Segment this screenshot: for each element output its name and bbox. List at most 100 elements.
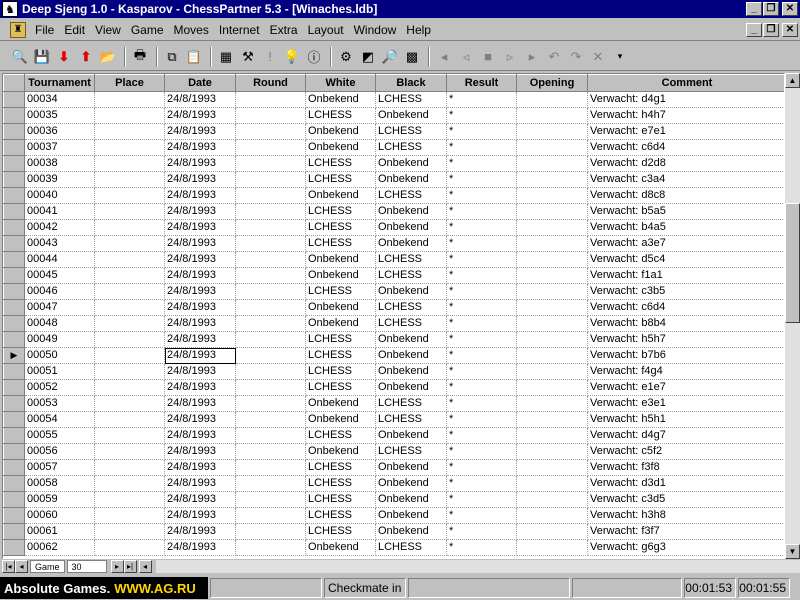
table-row[interactable]: 00042 24/8/1993 LCHESS Onbekend * Verwacht: b… (3, 219, 784, 236)
engine-settings-icon[interactable]: ⚙ (336, 47, 356, 67)
cell-comment[interactable]: Verwacht: d8c8 (587, 187, 784, 204)
cell-comment[interactable]: Verwacht: f1a1 (587, 267, 784, 284)
cell-place[interactable] (94, 475, 165, 492)
cell-white[interactable]: LCHESS (305, 219, 376, 236)
cell-black[interactable]: Onbekend (375, 235, 447, 252)
table-row[interactable]: 00036 24/8/1993 Onbekend LCHESS * Verwacht: e… (3, 123, 784, 140)
row-indicator[interactable] (3, 91, 25, 108)
open-folder-icon[interactable]: 📂 (98, 47, 118, 67)
cell-date[interactable]: 24/8/1993 (164, 123, 236, 140)
cell-round[interactable] (235, 539, 306, 556)
cell-date[interactable]: 24/8/1993 (164, 283, 236, 300)
cell-place[interactable] (94, 379, 165, 396)
cell-result[interactable]: * (446, 379, 517, 396)
cell-white[interactable]: LCHESS (305, 475, 376, 492)
analyze-icon[interactable]: ⚒ (238, 47, 258, 67)
current-row-pointer-icon[interactable]: ▶ (3, 347, 25, 364)
cell-opening[interactable] (516, 315, 588, 332)
column-header[interactable]: Opening (516, 74, 588, 92)
cell-round[interactable] (235, 123, 306, 140)
cell-round[interactable] (235, 491, 306, 508)
row-indicator[interactable] (3, 267, 25, 284)
child-restore-button[interactable]: ❐ (763, 23, 779, 37)
table-row[interactable]: 00061 24/8/1993 LCHESS Onbekend * Verwacht: f… (3, 523, 784, 540)
cell-round[interactable] (235, 203, 306, 220)
cell-opening[interactable] (516, 91, 588, 108)
move-back-icon[interactable]: ◂ (434, 47, 454, 67)
cell-comment[interactable]: Verwacht: b4a5 (587, 219, 784, 236)
cell-result[interactable]: * (446, 219, 517, 236)
cell-black[interactable]: Onbekend (375, 347, 447, 364)
cell-round[interactable] (235, 347, 306, 364)
brand-url[interactable]: WWW.AG.RU (114, 581, 196, 596)
cell-black[interactable]: LCHESS (375, 139, 447, 156)
cell-result[interactable]: * (446, 235, 517, 252)
engine-search-icon[interactable]: 🔎 (380, 47, 400, 67)
cell-comment[interactable]: Verwacht: c3b5 (587, 283, 784, 300)
table-row[interactable]: 00045 24/8/1993 Onbekend LCHESS * Verwacht: f… (3, 267, 784, 284)
horizontal-scrollbar[interactable] (155, 560, 800, 573)
cell-place[interactable] (94, 395, 165, 412)
cell-black[interactable]: LCHESS (375, 539, 447, 556)
cell-black[interactable]: Onbekend (375, 459, 447, 476)
cell-result[interactable]: * (446, 187, 517, 204)
cell-tournament[interactable]: 00054 (24, 411, 95, 428)
vertical-scrollbar[interactable]: ▲ ▼ (785, 73, 800, 559)
table-row[interactable]: 00059 24/8/1993 LCHESS Onbekend * Verwacht: c… (3, 491, 784, 508)
cell-place[interactable] (94, 155, 165, 172)
table-row[interactable]: 00043 24/8/1993 LCHESS Onbekend * Verwacht: a… (3, 235, 784, 252)
cell-opening[interactable] (516, 427, 588, 444)
row-indicator[interactable] (3, 475, 25, 492)
cell-comment[interactable]: Verwacht: a3e7 (587, 235, 784, 252)
table-row[interactable]: ▶ 00050 24/8/1993 LCHESS Onbekend * Verwacht: … (3, 347, 784, 364)
table-row[interactable]: 00047 24/8/1993 Onbekend LCHESS * Verwacht: c… (3, 299, 784, 316)
menu-moves[interactable]: Moves (169, 23, 214, 37)
cell-date[interactable]: 24/8/1993 (164, 507, 236, 524)
cell-result[interactable]: * (446, 251, 517, 268)
cell-comment[interactable]: Verwacht: d5c4 (587, 251, 784, 268)
cell-round[interactable] (235, 411, 306, 428)
cell-comment[interactable]: Verwacht: f3f8 (587, 459, 784, 476)
cell-date[interactable]: 24/8/1993 (164, 219, 236, 236)
child-close-button[interactable]: ✕ (782, 23, 798, 37)
cell-opening[interactable] (516, 171, 588, 188)
menu-window[interactable]: Window (349, 23, 402, 37)
menu-game[interactable]: Game (126, 23, 169, 37)
cell-black[interactable]: LCHESS (375, 395, 447, 412)
table-row[interactable]: 00056 24/8/1993 Onbekend LCHESS * Verwacht: c… (3, 443, 784, 460)
row-indicator[interactable] (3, 379, 25, 396)
row-indicator[interactable] (3, 283, 25, 300)
hint-bulb-icon[interactable]: 💡 (282, 47, 302, 67)
cell-date[interactable]: 24/8/1993 (164, 475, 236, 492)
minimize-button[interactable]: _ (746, 2, 762, 16)
column-header[interactable]: Result (446, 74, 517, 92)
cell-black[interactable]: LCHESS (375, 187, 447, 204)
cell-date[interactable]: 24/8/1993 (164, 331, 236, 348)
cell-result[interactable]: * (446, 139, 517, 156)
scroll-left-icon[interactable]: ◂ (138, 560, 152, 573)
cell-date[interactable]: 24/8/1993 (164, 235, 236, 252)
cell-black[interactable]: Onbekend (375, 507, 447, 524)
cell-date[interactable]: 24/8/1993 (164, 91, 236, 108)
cell-place[interactable] (94, 139, 165, 156)
cell-result[interactable]: * (446, 123, 517, 140)
menu-layout[interactable]: Layout (303, 23, 349, 37)
stop-icon[interactable]: ■ (478, 47, 498, 67)
row-indicator[interactable] (3, 411, 25, 428)
menu-view[interactable]: View (90, 23, 126, 37)
scroll-down-icon[interactable]: ▼ (785, 544, 800, 559)
cell-place[interactable] (94, 91, 165, 108)
cell-comment[interactable]: Verwacht: c3d5 (587, 491, 784, 508)
cell-result[interactable]: * (446, 107, 517, 124)
previous-icon[interactable]: ◃ (456, 47, 476, 67)
cell-black[interactable]: Onbekend (375, 283, 447, 300)
games-grid[interactable]: Tournament Place Date Round White Black … (2, 73, 785, 559)
cell-comment[interactable]: Verwacht: e7e1 (587, 123, 784, 140)
cell-tournament[interactable]: 00035 (24, 107, 95, 124)
cell-comment[interactable]: Verwacht: d4g7 (587, 427, 784, 444)
cell-black[interactable]: Onbekend (375, 171, 447, 188)
cell-place[interactable] (94, 123, 165, 140)
next-sheet-icon[interactable]: ▸ (110, 560, 124, 573)
cell-white[interactable]: Onbekend (305, 443, 376, 460)
last-sheet-icon[interactable]: ▸| (123, 560, 137, 573)
